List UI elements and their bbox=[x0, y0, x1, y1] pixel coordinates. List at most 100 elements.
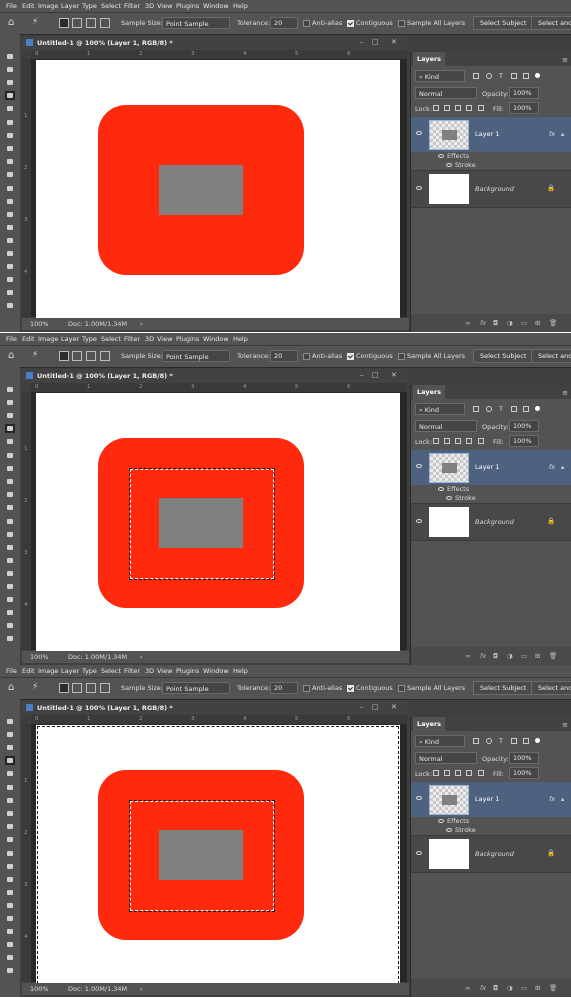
layer-row-layer1[interactable]: Layer 1 fx ▴ bbox=[411, 117, 571, 152]
panel-menu-icon[interactable]: ≡ bbox=[562, 721, 568, 729]
sample-size-dropdown[interactable]: Point Sample bbox=[162, 17, 230, 29]
add-mask-icon[interactable]: ◘ bbox=[493, 319, 498, 327]
minimize-icon[interactable]: – bbox=[360, 371, 364, 379]
shape-tool-icon[interactable] bbox=[5, 940, 15, 949]
lock-transparent-icon[interactable] bbox=[433, 105, 439, 111]
menu-view[interactable]: View bbox=[157, 335, 172, 343]
menu-3d[interactable]: 3D bbox=[145, 335, 154, 343]
menu-3d[interactable]: 3D bbox=[145, 667, 154, 675]
stroke-effect-label[interactable]: Stroke bbox=[455, 494, 476, 502]
crop-tool-icon[interactable] bbox=[5, 769, 15, 778]
menu-help[interactable]: Help bbox=[233, 667, 248, 675]
stroke-eye-icon[interactable] bbox=[446, 496, 452, 500]
adjustment-filter-icon[interactable] bbox=[486, 406, 492, 412]
brush-tool-icon[interactable] bbox=[5, 809, 15, 818]
select-subject-button[interactable]: Select Subject bbox=[473, 349, 534, 363]
lasso-tool-icon[interactable] bbox=[5, 411, 15, 420]
add-selection-icon[interactable] bbox=[72, 18, 82, 28]
crop-tool-icon[interactable] bbox=[5, 104, 15, 113]
magic-wand-icon[interactable]: ⚡ bbox=[32, 17, 38, 27]
expand-effects-icon[interactable]: ▴ bbox=[561, 795, 564, 803]
smart-object-filter-icon[interactable] bbox=[523, 738, 529, 744]
opacity-input[interactable]: 100% bbox=[509, 420, 539, 432]
menu-plugins[interactable]: Plugins bbox=[176, 335, 199, 343]
type-tool-icon[interactable] bbox=[5, 249, 15, 258]
magic-wand-icon[interactable]: ⚡ bbox=[32, 350, 38, 360]
contiguous-checkbox[interactable] bbox=[347, 20, 354, 27]
lock-artboard-icon[interactable] bbox=[466, 770, 472, 776]
home-icon[interactable]: ⌂ bbox=[8, 17, 14, 28]
hand-tool-icon[interactable] bbox=[5, 288, 15, 297]
zoom-level[interactable]: 100% bbox=[30, 320, 49, 328]
minimize-icon[interactable]: – bbox=[360, 38, 364, 46]
blend-mode-dropdown[interactable]: Normal bbox=[415, 420, 477, 432]
filter-toggle-icon[interactable] bbox=[535, 406, 540, 411]
add-selection-icon[interactable] bbox=[72, 683, 82, 693]
pen-tool-icon[interactable] bbox=[5, 569, 15, 578]
menu-file[interactable]: File bbox=[6, 667, 17, 675]
clone-stamp-tool-icon[interactable] bbox=[5, 490, 15, 499]
new-adjustment-icon[interactable]: ◑ bbox=[507, 984, 513, 992]
link-layers-icon[interactable]: ∞ bbox=[465, 984, 470, 992]
smart-object-filter-icon[interactable] bbox=[523, 406, 529, 412]
magic-wand-icon[interactable]: ⚡ bbox=[32, 682, 38, 692]
new-group-icon[interactable]: ▭ bbox=[521, 319, 527, 327]
effects-label[interactable]: Effects bbox=[447, 152, 469, 160]
lock-transparent-icon[interactable] bbox=[433, 770, 439, 776]
fill-input[interactable]: 100% bbox=[509, 435, 539, 447]
healing-brush-tool-icon[interactable] bbox=[5, 464, 15, 473]
fx-icon[interactable]: fx bbox=[549, 463, 555, 471]
link-layers-icon[interactable]: ∞ bbox=[465, 319, 470, 327]
blur-tool-icon[interactable] bbox=[5, 543, 15, 552]
kind-filter-dropdown[interactable]: ⌕ Kind bbox=[415, 735, 465, 747]
path-selection-tool-icon[interactable] bbox=[5, 262, 15, 271]
zoom-tool-icon[interactable] bbox=[5, 301, 15, 310]
sample-all-layers-checkbox[interactable] bbox=[398, 20, 405, 27]
menu-window[interactable]: Window bbox=[203, 335, 229, 343]
subtract-selection-icon[interactable] bbox=[86, 351, 96, 361]
effects-label[interactable]: Effects bbox=[447, 485, 469, 493]
document-tab[interactable]: Untitled-1 @ 100% (Layer 1, RGB/8) * – □… bbox=[22, 701, 409, 715]
pen-tool-icon[interactable] bbox=[5, 901, 15, 910]
add-style-icon[interactable]: fx bbox=[480, 984, 486, 992]
lock-image-icon[interactable] bbox=[444, 105, 450, 111]
opacity-input[interactable]: 100% bbox=[509, 87, 539, 99]
canvas[interactable] bbox=[36, 60, 400, 320]
effects-eye-icon[interactable] bbox=[438, 819, 444, 823]
move-tool-icon[interactable] bbox=[5, 52, 15, 61]
fx-icon[interactable]: fx bbox=[549, 795, 555, 803]
menu-help[interactable]: Help bbox=[233, 335, 248, 343]
new-layer-icon[interactable]: ⊞ bbox=[535, 319, 540, 327]
new-adjustment-icon[interactable]: ◑ bbox=[507, 319, 513, 327]
crop-tool-icon[interactable] bbox=[5, 437, 15, 446]
delete-layer-icon[interactable]: 🗑 bbox=[549, 652, 557, 660]
menu-3d[interactable]: 3D bbox=[145, 2, 154, 10]
maximize-icon[interactable]: □ bbox=[372, 38, 379, 46]
status-chevron-icon[interactable]: › bbox=[140, 653, 143, 661]
menu-plugins[interactable]: Plugins bbox=[176, 667, 199, 675]
expand-effects-icon[interactable]: ▴ bbox=[561, 130, 564, 138]
status-chevron-icon[interactable]: › bbox=[140, 985, 143, 993]
visibility-eye-icon[interactable] bbox=[416, 519, 422, 523]
menu-view[interactable]: View bbox=[157, 2, 172, 10]
magic-wand-tool-icon[interactable] bbox=[5, 756, 15, 765]
select-subject-button[interactable]: Select Subject bbox=[473, 681, 534, 695]
lock-all-icon[interactable] bbox=[478, 105, 484, 111]
shape-tool-icon[interactable] bbox=[5, 608, 15, 617]
close-icon[interactable]: ✕ bbox=[391, 703, 397, 711]
menu-file[interactable]: File bbox=[6, 2, 17, 10]
clone-stamp-tool-icon[interactable] bbox=[5, 822, 15, 831]
stroke-eye-icon[interactable] bbox=[446, 163, 452, 167]
tolerance-input[interactable]: 20 bbox=[270, 682, 298, 694]
lock-transparent-icon[interactable] bbox=[433, 438, 439, 444]
fx-icon[interactable]: fx bbox=[549, 130, 555, 138]
blend-mode-dropdown[interactable]: Normal bbox=[415, 87, 477, 99]
anti-alias-checkbox[interactable] bbox=[303, 20, 310, 27]
menu-layer[interactable]: Layer bbox=[61, 335, 79, 343]
shape-tool-icon[interactable] bbox=[5, 275, 15, 284]
path-selection-tool-icon[interactable] bbox=[5, 595, 15, 604]
new-group-icon[interactable]: ▭ bbox=[521, 984, 527, 992]
tolerance-input[interactable]: 20 bbox=[270, 17, 298, 29]
layer-row-layer1[interactable]: Layer 1 fx ▴ bbox=[411, 782, 571, 817]
layers-tab[interactable]: Layers bbox=[413, 717, 446, 731]
